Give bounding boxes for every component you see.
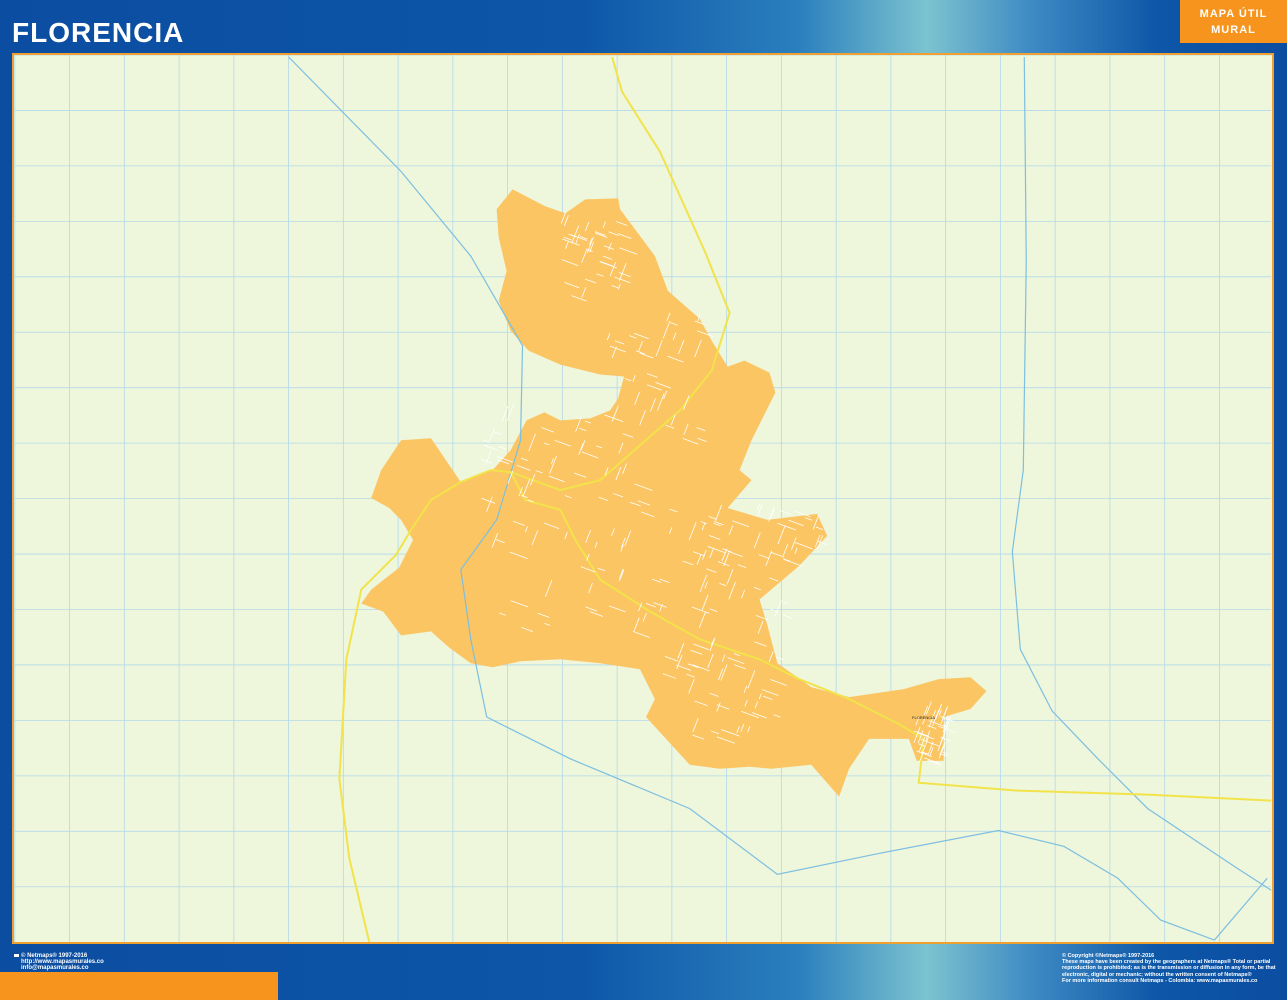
brand-line-1: MAPA ÚTIL [1199, 7, 1268, 20]
footer-right-line-4: electronic, digital or mechanic; without… [1062, 971, 1252, 978]
city-label: FLORENCIA [912, 715, 935, 720]
street-segment [498, 446, 506, 450]
flag-icon [14, 953, 19, 957]
street-segment [768, 506, 775, 522]
street-segment [506, 403, 515, 421]
street-segment [501, 405, 509, 422]
footer-right-line-3: reproduction is prohibited; as is the tr… [1062, 965, 1276, 972]
street-segment [489, 428, 495, 441]
street-segment [776, 656, 784, 661]
street-segment [927, 759, 942, 766]
street-segment [482, 439, 491, 443]
street-segment [774, 600, 782, 617]
street-segment [493, 431, 502, 435]
brand-badge[interactable]: MAPA ÚTIL MURAL [1180, 0, 1287, 43]
footer-right-line-5: For more information consult Netmaps - C… [1062, 977, 1258, 984]
urban-area [361, 189, 987, 797]
map-frame[interactable]: FLORENCIA [12, 53, 1274, 944]
street-segment [757, 504, 763, 517]
map-canvas [14, 55, 1272, 942]
street-segment [770, 508, 775, 519]
page-title: FLORENCIA [12, 17, 185, 48]
footer-orange-bar [0, 972, 278, 1000]
street-segment [483, 444, 498, 451]
brand-line-2: MURAL [1211, 23, 1256, 36]
footer-right: © Copyright ©Netmaps® 1997-2016 These ma… [1062, 953, 1282, 984]
street-segment [782, 614, 793, 619]
email-link[interactable]: info@mapasmurales.co [14, 965, 104, 971]
street-segment [781, 601, 789, 605]
footer-left: © Netmaps® 1997-2016 http://www.mapasmur… [14, 953, 104, 971]
